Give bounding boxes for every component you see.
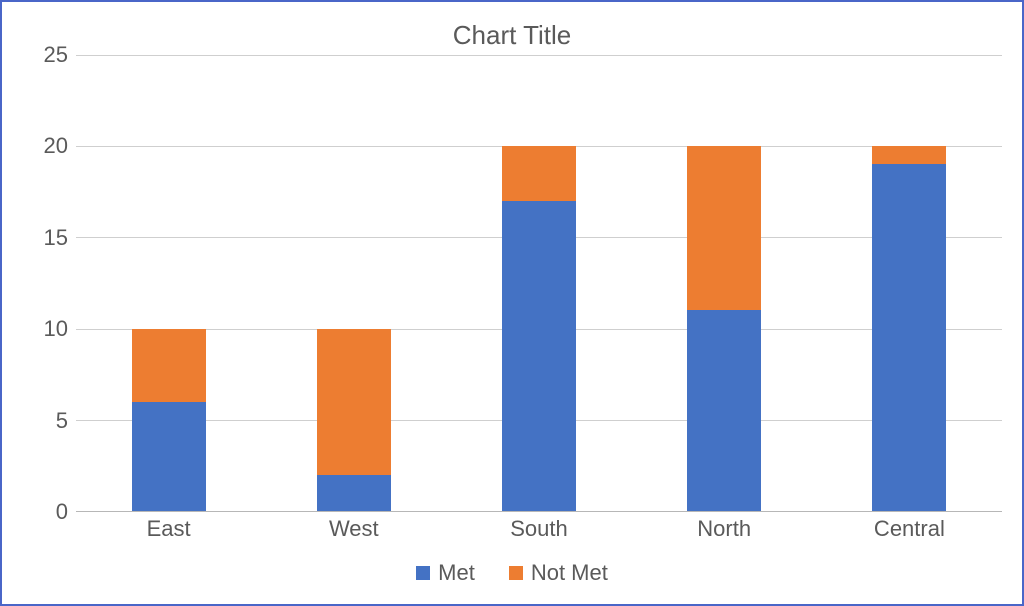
x-tick-label: Central — [874, 516, 945, 542]
bar-stack — [872, 146, 946, 511]
segment-not-met — [872, 146, 946, 164]
segment-met — [317, 475, 391, 511]
legend-item-met: Met — [416, 560, 475, 586]
y-tick-label: 0 — [56, 499, 68, 525]
legend-swatch-icon — [509, 566, 523, 580]
chart-title: Chart Title — [22, 20, 1002, 51]
bar-south — [446, 55, 631, 511]
bar-stack — [132, 329, 206, 511]
segment-not-met — [687, 146, 761, 310]
segment-not-met — [317, 329, 391, 475]
segment-not-met — [132, 329, 206, 402]
segment-met — [872, 164, 946, 511]
bars-layer — [76, 55, 1002, 511]
y-tick-label: 10 — [44, 316, 68, 342]
x-tick-label: West — [329, 516, 379, 542]
plot-area — [76, 55, 1002, 512]
bar-stack — [502, 146, 576, 511]
bar-central — [817, 55, 1002, 511]
x-tick-label: North — [697, 516, 751, 542]
y-axis: 25 20 15 10 5 0 — [22, 55, 76, 512]
legend-item-not-met: Not Met — [509, 560, 608, 586]
bar-stack — [317, 329, 391, 511]
bar-north — [632, 55, 817, 511]
segment-met — [687, 310, 761, 511]
legend-label: Not Met — [531, 560, 608, 586]
x-axis: East West South North Central — [76, 512, 1002, 550]
legend-label: Met — [438, 560, 475, 586]
bar-east — [76, 55, 261, 511]
segment-not-met — [502, 146, 576, 201]
y-tick-label: 15 — [44, 225, 68, 251]
x-tick-label: South — [510, 516, 568, 542]
bar-stack — [687, 146, 761, 511]
y-tick-label: 5 — [56, 408, 68, 434]
plot-row: 25 20 15 10 5 0 — [22, 55, 1002, 512]
x-tick-label: East — [147, 516, 191, 542]
legend: Met Not Met — [22, 550, 1002, 590]
chart-frame: Chart Title 25 20 15 10 5 0 — [0, 0, 1024, 606]
legend-swatch-icon — [416, 566, 430, 580]
bar-west — [261, 55, 446, 511]
segment-met — [132, 402, 206, 511]
y-tick-label: 20 — [44, 133, 68, 159]
y-tick-label: 25 — [44, 42, 68, 68]
segment-met — [502, 201, 576, 511]
